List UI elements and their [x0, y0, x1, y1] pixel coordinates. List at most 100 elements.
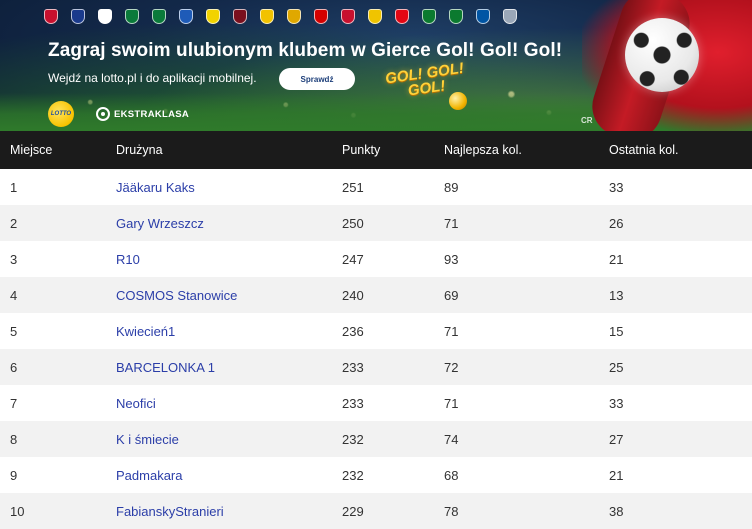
cell-best-round: 78	[444, 503, 459, 519]
cell-last-round: 27	[609, 431, 624, 447]
club-crest-icon	[449, 9, 463, 24]
team-link[interactable]: Kwiecień1	[116, 324, 175, 339]
cell-team: BARCELONKA 1	[116, 349, 342, 385]
cell-best-round: 69	[444, 287, 459, 303]
cell-last-round: 21	[609, 251, 624, 267]
header-points[interactable]: Punkty	[342, 131, 444, 169]
cell-position: 7	[10, 395, 18, 411]
club-crests-row	[44, 9, 517, 24]
standings-table: Miejsce Drużyna Punkty Najlepsza kol. Os…	[0, 131, 752, 529]
cell-position: 5	[10, 323, 18, 339]
cell-last-round: 33	[609, 179, 624, 195]
club-crest-icon	[314, 9, 328, 24]
cell-best-round: 71	[444, 395, 459, 411]
lotto-logo-text: LOTTO	[50, 111, 72, 117]
team-link[interactable]: Jääkaru Kaks	[116, 180, 195, 195]
football-icon	[625, 18, 699, 92]
team-link[interactable]: FabianskyStranieri	[116, 504, 224, 519]
cell-team: COSMOS Stanowice	[116, 277, 342, 313]
club-crest-icon	[125, 9, 139, 24]
team-link[interactable]: COSMOS Stanowice	[116, 288, 237, 303]
cell-position: 2	[10, 215, 18, 231]
ekstraklasa-icon	[96, 107, 110, 121]
cell-points: 232	[342, 431, 364, 447]
cell-best-round: 74	[444, 431, 459, 447]
header-best-round[interactable]: Najlepsza kol.	[444, 131, 609, 169]
table-row: 10 FabianskyStranieri 229 78 38	[0, 493, 752, 529]
cell-position: 1	[10, 179, 18, 195]
team-link[interactable]: Neofici	[116, 396, 156, 411]
banner-headline: Zagraj swoim ulubionym klubem w Gierce G…	[48, 40, 563, 61]
cell-best-round: 89	[444, 179, 459, 195]
ekstraklasa-logo[interactable]: EKSTRAKLASA	[96, 107, 189, 121]
club-crest-icon	[368, 9, 382, 24]
table-row: 4 COSMOS Stanowice 240 69 13	[0, 277, 752, 313]
header-last-round[interactable]: Ostatnia kol.	[609, 131, 752, 169]
club-crest-icon	[44, 9, 58, 24]
team-link[interactable]: K i śmiecie	[116, 432, 179, 447]
corner-mark: CR	[581, 116, 593, 125]
lotto-logo[interactable]: LOTTO	[48, 101, 74, 127]
banner-subline: Wejdź na lotto.pl i do aplikacji mobilne…	[48, 71, 257, 85]
cell-position: 9	[10, 467, 18, 483]
table-row: 3 R10 247 93 21	[0, 241, 752, 277]
cell-team: Neofici	[116, 385, 342, 421]
cell-best-round: 71	[444, 215, 459, 231]
table-row: 7 Neofici 233 71 33	[0, 385, 752, 421]
cell-team: R10	[116, 241, 342, 277]
standings-body: 1 Jääkaru Kaks 251 89 33 2 Gary Wrzeszcz 250 71 2…	[0, 169, 752, 529]
club-crest-icon	[476, 9, 490, 24]
club-crest-icon	[233, 9, 247, 24]
cell-position: 8	[10, 431, 18, 447]
cell-team: Gary Wrzeszcz	[116, 205, 342, 241]
cell-last-round: 21	[609, 467, 624, 483]
cell-last-round: 33	[609, 395, 624, 411]
header-position[interactable]: Miejsce	[0, 131, 116, 169]
game-logo-ball-icon	[449, 92, 467, 110]
cell-team: Padmakara	[116, 457, 342, 493]
promo-banner[interactable]: Zagraj swoim ulubionym klubem w Gierce G…	[0, 0, 752, 131]
cell-best-round: 68	[444, 467, 459, 483]
table-row: 9 Padmakara 232 68 21	[0, 457, 752, 493]
club-crest-icon	[503, 9, 517, 24]
cell-points: 251	[342, 179, 364, 195]
cell-team: K i śmiecie	[116, 421, 342, 457]
cell-team: FabianskyStranieri	[116, 493, 342, 529]
cell-points: 229	[342, 503, 364, 519]
team-link[interactable]: BARCELONKA 1	[116, 360, 215, 375]
team-link[interactable]: Padmakara	[116, 468, 182, 483]
cell-position: 6	[10, 359, 18, 375]
check-button[interactable]: Sprawdź	[279, 68, 355, 90]
ekstraklasa-label: EKSTRAKLASA	[114, 108, 190, 120]
cell-last-round: 13	[609, 287, 624, 303]
cell-position: 3	[10, 251, 18, 267]
table-row: 2 Gary Wrzeszcz 250 71 26	[0, 205, 752, 241]
club-crest-icon	[98, 9, 112, 24]
cell-position: 4	[10, 287, 18, 303]
team-link[interactable]: Gary Wrzeszcz	[116, 216, 204, 231]
cell-best-round: 72	[444, 359, 459, 375]
cell-last-round: 15	[609, 323, 624, 339]
club-crest-icon	[260, 9, 274, 24]
table-header-row: Miejsce Drużyna Punkty Najlepsza kol. Os…	[0, 131, 752, 169]
cell-points: 247	[342, 251, 364, 267]
cell-position: 10	[10, 503, 25, 519]
club-crest-icon	[395, 9, 409, 24]
club-crest-icon	[206, 9, 220, 24]
table-row: 6 BARCELONKA 1 233 72 25	[0, 349, 752, 385]
cell-points: 233	[342, 395, 364, 411]
team-link[interactable]: R10	[116, 252, 140, 267]
cell-points: 250	[342, 215, 364, 231]
cell-points: 236	[342, 323, 364, 339]
cell-last-round: 26	[609, 215, 624, 231]
cell-best-round: 93	[444, 251, 459, 267]
table-row: 5 Kwiecień1 236 71 15	[0, 313, 752, 349]
club-crest-icon	[422, 9, 436, 24]
table-row: 8 K i śmiecie 232 74 27	[0, 421, 752, 457]
club-crest-icon	[341, 9, 355, 24]
cell-points: 240	[342, 287, 364, 303]
header-team[interactable]: Drużyna	[116, 131, 342, 169]
cell-points: 233	[342, 359, 364, 375]
club-crest-icon	[152, 9, 166, 24]
cell-last-round: 38	[609, 503, 624, 519]
